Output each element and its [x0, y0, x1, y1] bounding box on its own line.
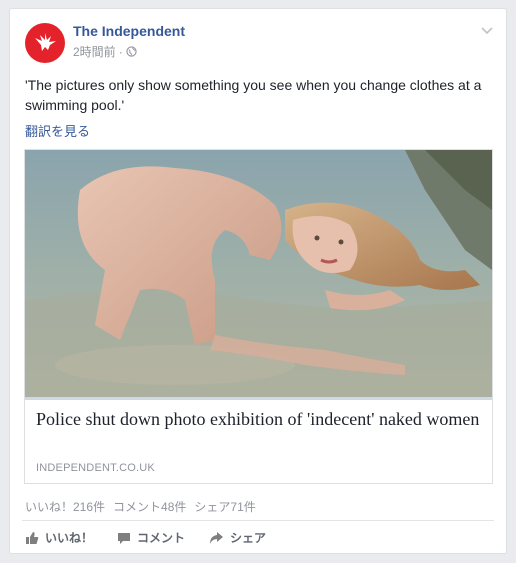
- like-button-label: いいね！: [45, 531, 94, 545]
- post-timestamp[interactable]: 2時間前: [73, 43, 116, 60]
- chevron-down-icon[interactable]: [480, 23, 494, 37]
- avatar[interactable]: [25, 23, 65, 63]
- post-card: The Independent 2時間前 · 'The pictures onl…: [9, 8, 507, 554]
- comment-icon: [118, 532, 131, 544]
- comment-button[interactable]: コメント: [115, 527, 187, 548]
- comment-button-label: コメント: [137, 531, 186, 545]
- eagle-logo-icon: [35, 33, 56, 51]
- divider: [22, 520, 494, 521]
- see-translation-link[interactable]: 翻訳を見る: [25, 121, 90, 140]
- meta-separator: ·: [118, 44, 123, 59]
- engagement-stats: いいね！216件 コメント48件 シェア71件: [25, 498, 256, 515]
- link-preview-divider: [25, 397, 492, 400]
- like-count[interactable]: いいね！216件: [25, 498, 105, 515]
- like-button[interactable]: いいね！: [23, 527, 95, 548]
- link-headline[interactable]: Police shut down photo exhibition of 'in…: [36, 408, 486, 430]
- link-domain: INDEPENDENT.CO.UK: [36, 462, 155, 474]
- share-arrow-icon: [210, 531, 224, 544]
- link-preview-image[interactable]: [25, 150, 492, 397]
- share-button-label: シェア: [230, 531, 267, 545]
- page-name-link[interactable]: The Independent: [73, 23, 185, 39]
- post-text: 'The pictures only show something you se…: [25, 77, 482, 113]
- share-count[interactable]: シェア71件: [194, 498, 255, 515]
- share-button[interactable]: シェア: [207, 527, 268, 548]
- comment-count[interactable]: コメント48件: [113, 498, 186, 515]
- post-meta: 2時間前 ·: [73, 43, 137, 60]
- action-bar: いいね！ コメント シェア: [23, 527, 268, 548]
- link-preview[interactable]: Police shut down photo exhibition of 'in…: [24, 149, 493, 484]
- globe-icon[interactable]: [126, 46, 137, 57]
- thumbs-up-icon: [26, 531, 39, 544]
